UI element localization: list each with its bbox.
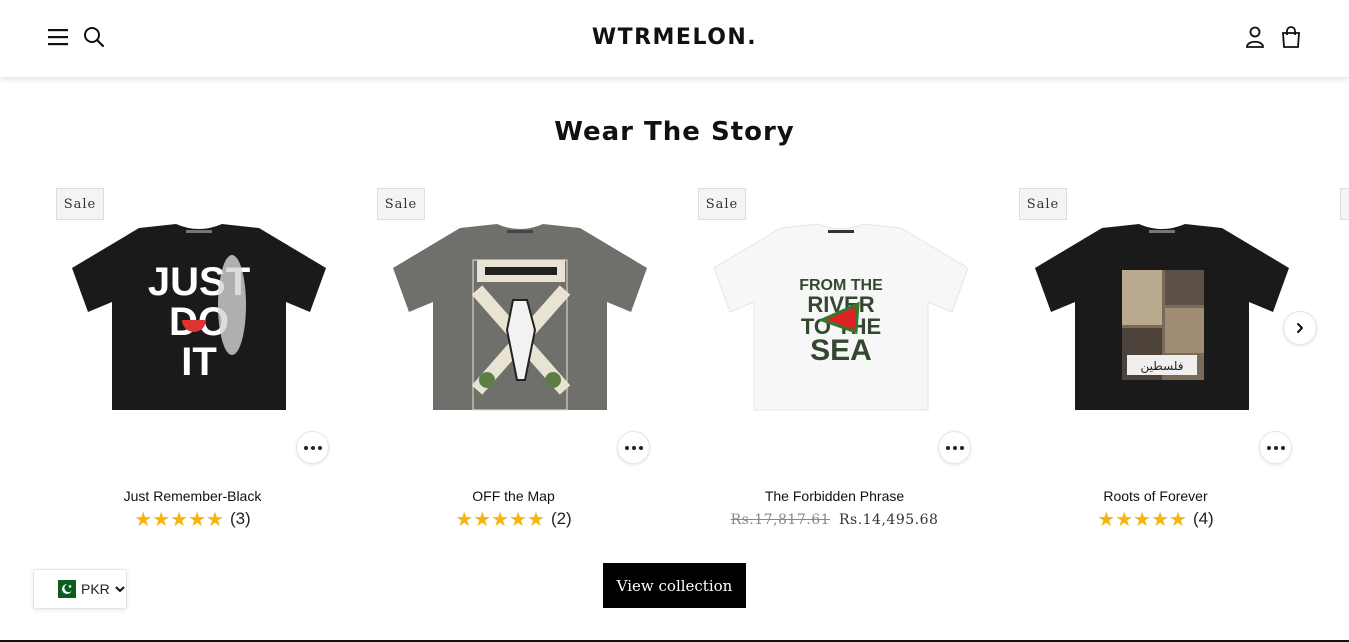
product-title[interactable]: OFF the Map: [377, 488, 650, 504]
sale-badge: Sale: [377, 188, 425, 220]
section-title: Wear The Story: [554, 117, 795, 147]
review-count: (3): [229, 509, 251, 528]
product-image[interactable]: JUST DO IT: [64, 220, 334, 420]
carousel-next-button[interactable]: [1283, 311, 1317, 345]
product-card[interactable]: Sale FROM THE RIVER TO THE SEA The Forbi…: [698, 188, 981, 538]
product-card[interactable]: Sale JUST DO IT Just Remember-Black ★★★★…: [56, 188, 339, 538]
site-logo[interactable]: WTRMELON.: [0, 25, 1349, 50]
quick-view-button[interactable]: [938, 431, 971, 464]
review-count: (2): [550, 509, 572, 528]
review-count: (4): [1192, 509, 1214, 528]
view-collection-button[interactable]: View collection: [603, 563, 746, 608]
product-card[interactable]: Sale OFF the Map ★★★★★ (2): [377, 188, 660, 538]
quick-view-button[interactable]: [1259, 431, 1292, 464]
product-title[interactable]: Roots of Forever: [1019, 488, 1292, 504]
sale-price: Rs.14,495.68: [838, 512, 939, 528]
currency-selector[interactable]: PKR: [33, 569, 127, 609]
quick-view-button[interactable]: [617, 431, 650, 464]
chevron-down-icon: [115, 586, 125, 593]
product-rating: ★★★★★ (4): [1097, 507, 1214, 531]
product-image[interactable]: فلسطين: [1027, 220, 1297, 420]
product-rating: ★★★★★ (2): [455, 507, 572, 531]
site-header: WTRMELON.: [0, 0, 1349, 77]
cart-icon[interactable]: [1278, 24, 1304, 50]
quick-view-button[interactable]: [296, 431, 329, 464]
product-rating: ★★★★★ (3): [134, 507, 251, 531]
sale-badge: Sale: [698, 188, 746, 220]
product-image[interactable]: FROM THE RIVER TO THE SEA: [706, 220, 976, 420]
svg-text:فلسطين: فلسطين: [1140, 359, 1183, 374]
next-product-peek: [1340, 188, 1349, 220]
sale-badge: Sale: [56, 188, 104, 220]
sale-badge: Sale: [1019, 188, 1067, 220]
pakistan-flag-icon: [52, 580, 76, 598]
currency-code: PKR: [81, 581, 110, 597]
account-icon[interactable]: [1242, 24, 1268, 50]
product-title[interactable]: The Forbidden Phrase: [698, 488, 971, 504]
product-price: Rs.17,817.61 Rs.14,495.68: [698, 512, 971, 528]
product-title[interactable]: Just Remember-Black: [56, 488, 329, 504]
compare-at-price: Rs.17,817.61: [730, 512, 831, 528]
product-card[interactable]: Sale فلسطين Roots of Forever ★★★★★ (4): [1019, 188, 1302, 538]
svg-text:SEA: SEA: [810, 334, 872, 367]
svg-text:IT: IT: [181, 340, 217, 384]
product-image[interactable]: [385, 220, 655, 420]
